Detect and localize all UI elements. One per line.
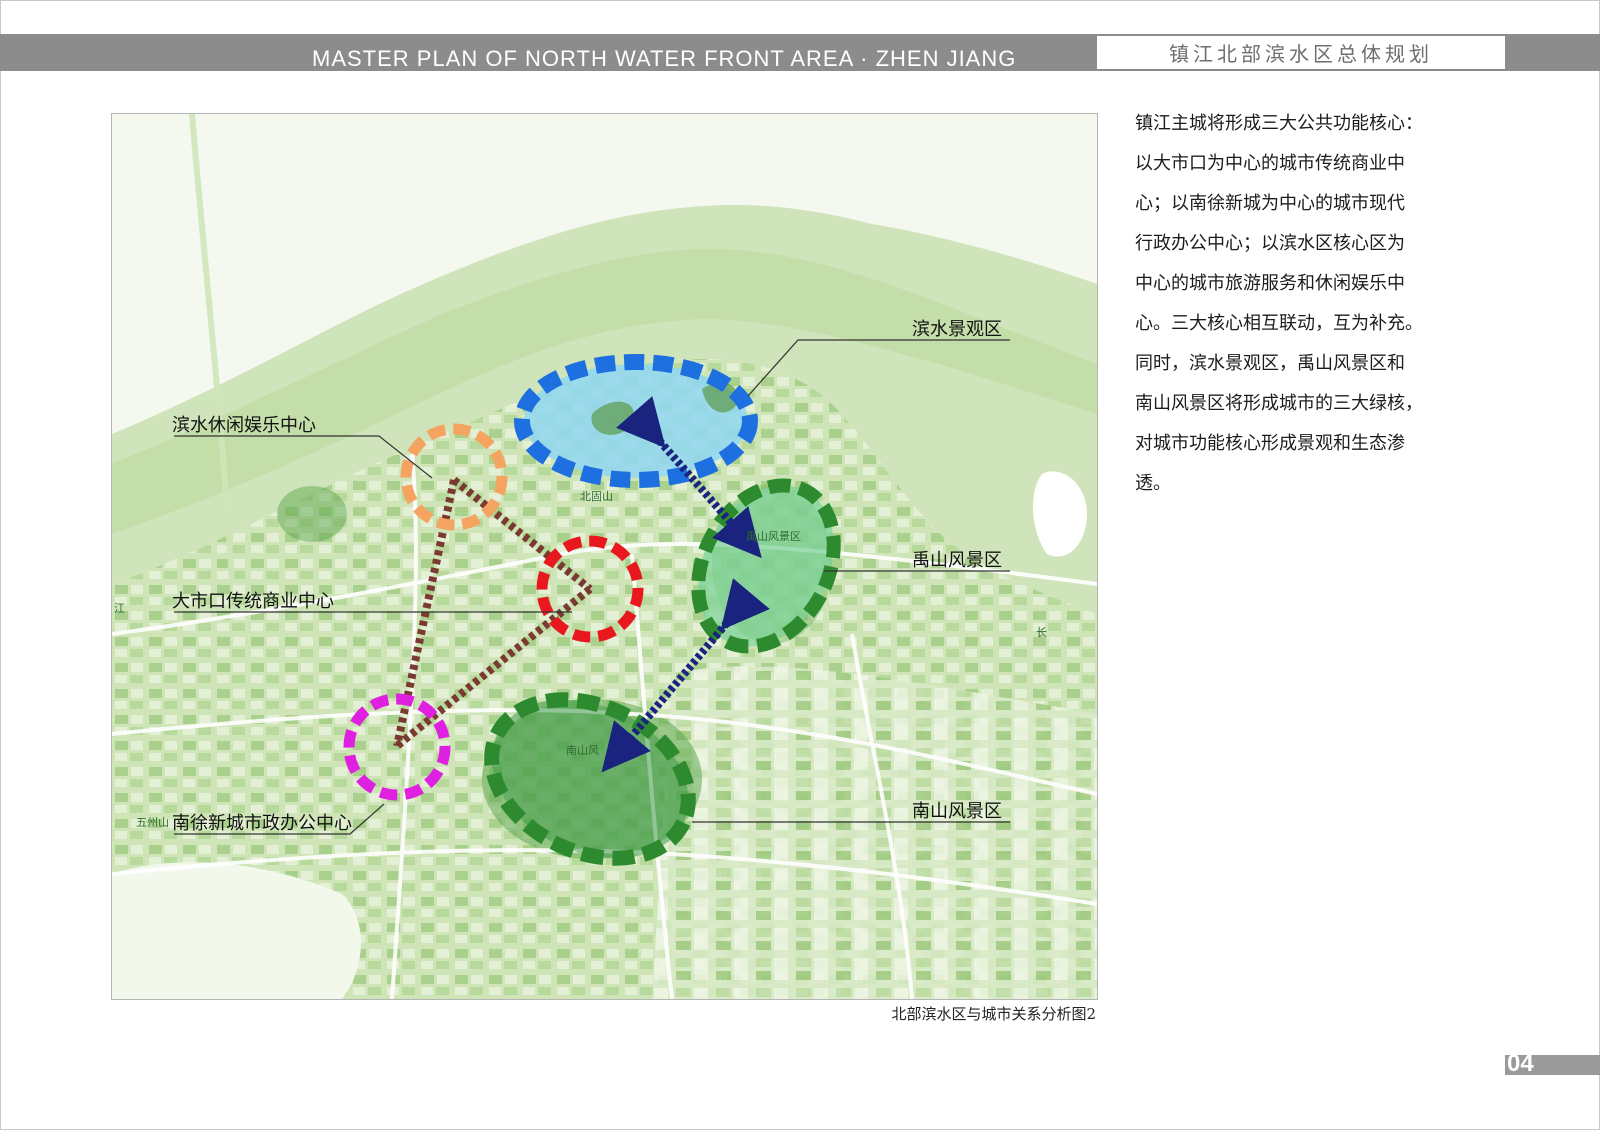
- place-yushan-small: 禹山风景区: [746, 530, 801, 543]
- description-text: 镇江主城将形成三大公共功能核心： 以大市口为中心的城市传统商业中 心；以南徐新城…: [1135, 104, 1465, 504]
- description-line: 镇江主城将形成三大公共功能核心：: [1135, 113, 1423, 134]
- label-waterfront-scenic-area: 滨水景观区: [912, 319, 1002, 340]
- description-line: 透。: [1135, 473, 1171, 494]
- analysis-map: 北固山 五州山 江 长 禹山风景区 南山风 滨水休闲娱乐中心 大市口传统商业中心…: [111, 113, 1098, 1000]
- description-line: 对城市功能核心形成景观和生态渗: [1135, 433, 1405, 454]
- description-line: 行政办公中心；以滨水区核心区为: [1135, 233, 1405, 254]
- label-waterfront-leisure-center: 滨水休闲娱乐中心: [172, 415, 316, 436]
- description-line: 心。三大核心相互联动，互为补充。: [1135, 313, 1423, 334]
- place-chang: 长: [1036, 626, 1047, 639]
- place-wuzhoushan: 五州山: [136, 816, 169, 829]
- label-nanxu-admin-center: 南徐新城市政办公中心: [172, 813, 352, 834]
- label-nanshan-scenic-area: 南山风景区: [912, 801, 1002, 822]
- description-line: 以大市口为中心的城市传统商业中: [1135, 153, 1405, 174]
- analysis-map-svg: 北固山 五州山 江 长 禹山风景区 南山风 滨水休闲娱乐中心 大市口传统商业中心…: [112, 114, 1097, 999]
- description-line: 南山风景区将形成城市的三大绿核，: [1135, 393, 1423, 414]
- map-caption: 北部滨水区与城市关系分析图2: [891, 1005, 1096, 1023]
- description-line: 中心的城市旅游服务和休闲娱乐中: [1135, 273, 1405, 294]
- urban-area-east: [652, 666, 1097, 999]
- page-number: 04: [1507, 1050, 1534, 1077]
- description-line: 心；以南徐新城为中心的城市现代: [1135, 193, 1405, 214]
- description-line: 同时，滨水景观区，禹山风景区和: [1135, 353, 1405, 374]
- jinshan-forest: [277, 486, 347, 542]
- label-dashikou-commercial-center: 大市口传统商业中心: [172, 591, 334, 612]
- header-title-en: MASTER PLAN OF NORTH WATER FRONT AREA · …: [312, 46, 1017, 71]
- place-jiang: 江: [114, 602, 125, 615]
- place-beigushan: 北固山: [580, 490, 613, 503]
- header-title-cn: 镇江北部滨水区总体规划: [1169, 42, 1433, 66]
- label-yushan-scenic-area: 禹山风景区: [912, 550, 1002, 571]
- header-title-box: 镇江北部滨水区总体规划: [1097, 36, 1505, 69]
- place-nanshan-small: 南山风: [566, 744, 599, 757]
